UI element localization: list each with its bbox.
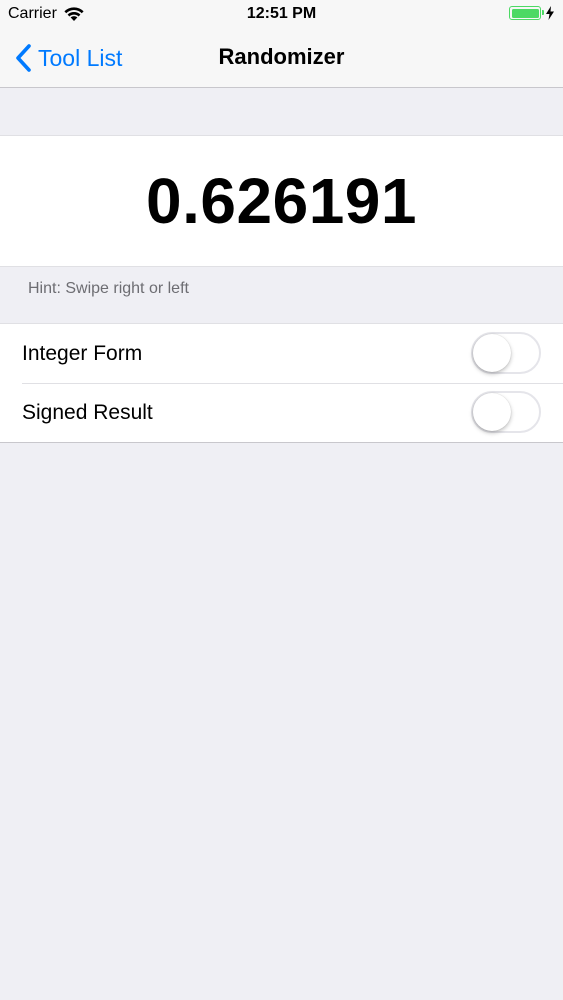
status-time: 12:51 PM — [246, 5, 317, 22]
setting-row-integer-form: Integer Form — [0, 324, 563, 383]
setting-label: Signed Result — [22, 400, 153, 424]
integer-form-toggle[interactable] — [471, 332, 541, 374]
setting-label: Integer Form — [22, 341, 143, 365]
status-bar: Carrier 12:51 PM — [0, 0, 563, 30]
battery-icon — [509, 6, 544, 20]
random-result-value: 0.626191 — [146, 165, 417, 237]
page-title: Randomizer — [218, 44, 345, 69]
bolt-icon — [546, 6, 554, 20]
settings-group: Integer Form Signed Result — [0, 323, 563, 443]
navigation-bar: Tool List Randomizer — [0, 30, 563, 88]
battery-fill — [511, 8, 539, 18]
setting-row-signed-result: Signed Result — [0, 383, 563, 442]
random-result-card[interactable]: 0.626191 — [0, 135, 563, 267]
toggle-knob — [473, 334, 511, 372]
signed-result-toggle[interactable] — [471, 391, 541, 433]
swipe-hint: Hint: Swipe right or left — [28, 280, 189, 297]
toggle-knob — [473, 393, 511, 431]
battery-indicator — [509, 6, 555, 20]
